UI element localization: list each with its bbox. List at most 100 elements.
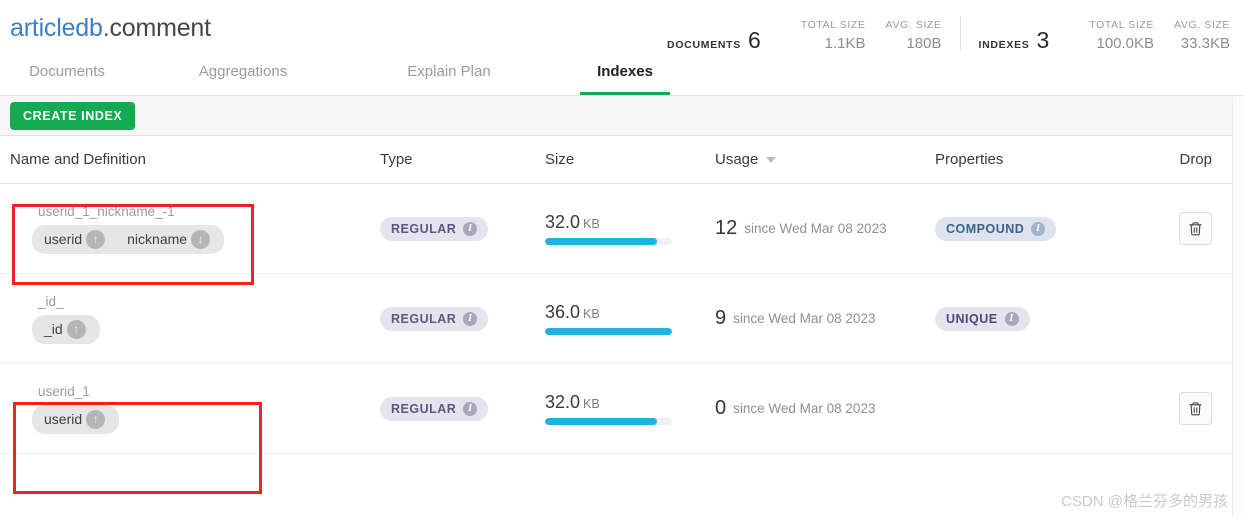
indexes-total-size-stat: Total size 100.0KB: [1089, 19, 1154, 52]
column-header-size: Size: [545, 151, 575, 168]
index-type-cell: Regular i: [380, 396, 545, 421]
index-size-unit: KB: [583, 217, 600, 231]
index-usage-since: since Wed Mar 08 2023: [733, 311, 876, 326]
info-icon[interactable]: i: [463, 401, 478, 416]
database-name: articledb: [10, 14, 103, 42]
index-definition-badge: _id ↑: [32, 314, 100, 344]
column-header-usage-label: Usage: [715, 151, 759, 168]
indexes-total-size-label: Total size: [1089, 18, 1155, 31]
indexes-table-header: Name and Definition Type Size Usage Prop…: [0, 136, 1232, 184]
index-name: _id_: [38, 293, 64, 309]
index-size-wrapper: 32.0 KB: [545, 212, 672, 245]
index-properties-cell: Compound i: [935, 216, 1135, 241]
column-header-usage[interactable]: Usage: [715, 151, 935, 168]
index-size-bar-fill: [545, 418, 657, 425]
indexes-table: Name and Definition Type Size Usage Prop…: [0, 136, 1232, 454]
indexes-avg-size-value: 33.3KB: [1180, 34, 1230, 52]
table-row: userid_1_nickname_-1 userid ↑ nickname ↓ Regu…: [0, 184, 1232, 274]
indexes-avg-size-label: Avg. size: [1174, 18, 1230, 31]
collection-tabs: Documents Aggregations Explain Plan Indexes: [0, 57, 1244, 96]
documents-stats-group: Documents 6 Total size 1.1KB Avg. size 1…: [667, 19, 941, 52]
arrow-down-icon: ↓: [191, 229, 211, 249]
index-type-cell: Regular i: [380, 306, 545, 331]
documents-total-size-value: 1.1KB: [824, 34, 866, 52]
index-key: userid ↑: [44, 409, 106, 429]
documents-total-size-label: Total size: [800, 18, 866, 31]
index-size-bar: [545, 328, 672, 335]
indexes-count-stat: Indexes 3: [978, 26, 1050, 53]
tab-explain-plan[interactable]: Explain Plan: [374, 57, 524, 96]
column-header-properties: Properties: [935, 151, 1004, 168]
info-icon[interactable]: i: [1004, 311, 1019, 326]
drop-index-button[interactable]: [1179, 212, 1212, 245]
index-type-cell: Regular i: [380, 216, 545, 241]
index-size-value: 36.0: [545, 302, 581, 322]
index-size-unit: KB: [583, 307, 600, 321]
index-name-cell: userid_1_nickname_-1 userid ↑ nickname ↓: [0, 204, 380, 254]
drop-index-button[interactable]: [1179, 392, 1212, 425]
index-usage-count: 12: [715, 217, 738, 239]
index-name-cell: userid_1 userid ↑: [0, 384, 380, 434]
tab-documents[interactable]: Documents: [22, 57, 112, 96]
index-property-label: Compound: [946, 221, 1025, 236]
index-type-badge[interactable]: Regular i: [380, 306, 489, 331]
namespace-title: articledb.comment: [10, 14, 211, 43]
index-name-wrapper: userid_1 userid ↑: [10, 384, 120, 434]
index-usage-since: since Wed Mar 08 2023: [733, 401, 876, 416]
index-type-badge[interactable]: Regular i: [380, 216, 489, 241]
index-definition-badge: userid ↑ nickname ↓: [32, 224, 225, 254]
index-property-label: Unique: [946, 311, 998, 326]
indexes-label: Indexes: [978, 38, 1030, 51]
info-icon[interactable]: i: [463, 311, 478, 326]
vertical-scrollbar[interactable]: [1232, 97, 1244, 516]
indexes-total-size-value: 100.0KB: [1096, 34, 1155, 52]
index-size-unit: KB: [583, 397, 600, 411]
index-size-wrapper: 36.0 KB: [545, 302, 672, 335]
documents-count-stat: Documents 6: [667, 28, 761, 52]
column-header-name: Name and Definition: [10, 151, 146, 168]
index-size-bar: [545, 418, 672, 425]
documents-avg-size-value: 180B: [906, 34, 942, 52]
index-usage-count: 9: [715, 307, 727, 329]
documents-total-size-stat: Total size 1.1KB: [801, 19, 866, 52]
index-definition-badge: userid ↑: [32, 404, 120, 434]
arrow-up-icon: ↑: [66, 319, 86, 339]
index-name-wrapper: _id_ _id ↑: [10, 294, 100, 344]
create-index-button[interactable]: Create Index: [10, 101, 136, 130]
column-header-drop: Drop: [1179, 151, 1212, 168]
index-drop-cell: [1135, 392, 1232, 425]
sort-descending-icon: [766, 157, 777, 164]
index-size-value: 32.0: [545, 212, 581, 232]
csdn-watermark: CSDN @格兰芬多的男孩: [1061, 493, 1228, 510]
documents-avg-size-label: Avg. size: [885, 18, 942, 31]
table-row: _id_ _id ↑ Regular i 36.0 KB 9 since Wed Mar 08 …: [0, 274, 1232, 364]
indexes-value: 3: [1036, 26, 1050, 53]
index-key-field: userid: [44, 231, 83, 247]
index-size-bar: [545, 238, 672, 245]
index-size-cell: 36.0 KB: [545, 302, 715, 335]
index-key: userid ↑: [44, 229, 106, 249]
indexes-toolbar: Create Index: [0, 96, 1244, 136]
collection-name: comment: [109, 14, 211, 42]
stats-divider: [959, 15, 961, 50]
index-drop-cell: [1135, 212, 1232, 245]
index-property-badge[interactable]: Unique i: [935, 306, 1030, 331]
tab-indexes[interactable]: Indexes: [580, 57, 670, 96]
index-usage-cell: 0 since Wed Mar 08 2023: [715, 397, 935, 420]
info-icon[interactable]: i: [1031, 221, 1046, 236]
index-size-cell: 32.0 KB: [545, 212, 715, 245]
index-size-bar-fill: [545, 238, 657, 245]
tab-aggregations[interactable]: Aggregations: [168, 57, 318, 96]
index-type-label: Regular: [391, 311, 457, 326]
index-size-wrapper: 32.0 KB: [545, 392, 672, 425]
column-header-type: Type: [380, 151, 413, 168]
index-key-field: userid: [44, 411, 83, 427]
index-type-badge[interactable]: Regular i: [380, 396, 489, 421]
index-name-wrapper: userid_1_nickname_-1 userid ↑ nickname ↓: [10, 204, 225, 254]
trash-icon: [1189, 222, 1202, 236]
index-key-field: _id: [44, 321, 63, 337]
info-icon[interactable]: i: [463, 221, 478, 236]
index-property-badge[interactable]: Compound i: [935, 216, 1057, 241]
indexes-table-body: userid_1_nickname_-1 userid ↑ nickname ↓ Regu…: [0, 184, 1232, 454]
indexes-avg-size-stat: Avg. size 33.3KB: [1174, 19, 1230, 52]
